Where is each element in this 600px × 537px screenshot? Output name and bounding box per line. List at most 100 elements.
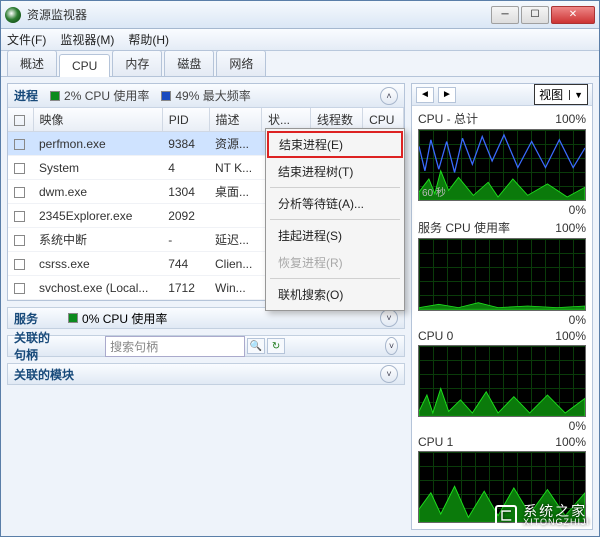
minimize-button[interactable]: ─ bbox=[491, 6, 519, 24]
cell-desc: 资源... bbox=[209, 132, 262, 156]
modules-title: 关联的模块 bbox=[14, 366, 74, 383]
view-label: 视图 bbox=[539, 86, 563, 103]
menu-monitor[interactable]: 监视器(M) bbox=[60, 31, 114, 48]
cpu-graph bbox=[418, 345, 586, 417]
col-desc[interactable]: 描述 bbox=[209, 108, 262, 132]
cell-pid: - bbox=[162, 228, 209, 252]
graph-min: 0% bbox=[569, 203, 586, 217]
graph-max: 100% bbox=[555, 435, 586, 449]
cell-desc: Clien... bbox=[209, 252, 262, 276]
cell-image: svchost.exe (Local... bbox=[33, 276, 162, 300]
ctx-analyze-wait[interactable]: 分析等待链(A)... bbox=[266, 190, 404, 217]
cell-image: System bbox=[33, 156, 162, 180]
modules-expand-icon[interactable]: ˅ bbox=[380, 365, 398, 383]
cell-pid: 4 bbox=[162, 156, 209, 180]
tab-overview[interactable]: 概述 bbox=[7, 50, 57, 76]
cpu-usage-swatch bbox=[50, 91, 60, 101]
search-button[interactable]: 🔍 bbox=[247, 338, 265, 354]
cell-pid: 744 bbox=[162, 252, 209, 276]
menu-help[interactable]: 帮助(H) bbox=[128, 31, 169, 48]
cpu-graph bbox=[418, 238, 586, 310]
check-all[interactable] bbox=[14, 115, 25, 126]
watermark: 匚 系统之家 XITONGZHIJI bbox=[495, 504, 590, 527]
search-input[interactable]: 搜索句柄 bbox=[105, 336, 245, 357]
ctx-separator bbox=[270, 219, 400, 220]
service-swatch bbox=[68, 313, 78, 323]
row-checkbox[interactable] bbox=[14, 259, 25, 270]
watermark-text: 系统之家 bbox=[523, 504, 590, 518]
modules-header[interactable]: 关联的模块 ˅ bbox=[7, 363, 405, 385]
watermark-subtext: XITONGZHIJI bbox=[523, 518, 590, 527]
cell-image: dwm.exe bbox=[33, 180, 162, 204]
graph-title: CPU 0 bbox=[418, 329, 453, 343]
cell-desc: 桌面... bbox=[209, 180, 262, 204]
close-button[interactable]: ✕ bbox=[551, 6, 595, 24]
row-checkbox[interactable] bbox=[14, 235, 25, 246]
row-checkbox[interactable] bbox=[14, 163, 25, 174]
graph-max: 100% bbox=[555, 221, 586, 235]
cell-desc: Win... bbox=[209, 276, 262, 300]
cell-desc: 延迟... bbox=[209, 228, 262, 252]
context-menu: 结束进程(E) 结束进程树(T) 分析等待链(A)... 挂起进程(S) 恢复进… bbox=[265, 128, 405, 311]
cell-pid: 9384 bbox=[162, 132, 209, 156]
menu-file[interactable]: 文件(F) bbox=[7, 31, 46, 48]
cell-pid: 1712 bbox=[162, 276, 209, 300]
ctx-end-process[interactable]: 结束进程(E) bbox=[267, 131, 403, 158]
maximize-button[interactable]: ☐ bbox=[521, 6, 549, 24]
view-selector[interactable]: 视图▼ bbox=[534, 84, 588, 105]
titlebar: 资源监视器 ─ ☐ ✕ bbox=[1, 1, 599, 29]
graph-toolbar: ◄ ► 视图▼ bbox=[412, 84, 592, 106]
ctx-separator bbox=[270, 187, 400, 188]
ctx-suspend[interactable]: 挂起进程(S) bbox=[266, 222, 404, 249]
ctx-resume: 恢复进程(R) bbox=[266, 249, 404, 276]
max-freq-label: 49% 最大频率 bbox=[175, 87, 250, 104]
col-image[interactable]: 映像 bbox=[33, 108, 162, 132]
tab-cpu[interactable]: CPU bbox=[59, 54, 110, 77]
ctx-end-tree[interactable]: 结束进程树(T) bbox=[266, 158, 404, 185]
watermark-logo-icon: 匚 bbox=[495, 505, 517, 527]
row-checkbox[interactable] bbox=[14, 283, 25, 294]
row-checkbox[interactable] bbox=[14, 139, 25, 150]
cell-pid: 2092 bbox=[162, 204, 209, 228]
app-icon bbox=[5, 7, 21, 23]
cell-desc bbox=[209, 204, 262, 228]
tab-memory[interactable]: 内存 bbox=[112, 50, 162, 76]
row-checkbox[interactable] bbox=[14, 211, 25, 222]
cell-desc: NT K... bbox=[209, 156, 262, 180]
processes-collapse-icon[interactable]: ˄ bbox=[380, 87, 398, 105]
processes-title: 进程 bbox=[14, 87, 38, 104]
cpu-usage-label: 2% CPU 使用率 bbox=[64, 87, 149, 104]
search-refresh-button[interactable]: ↻ bbox=[267, 338, 285, 354]
graph-max: 100% bbox=[555, 112, 586, 126]
ctx-online-search[interactable]: 联机搜索(O) bbox=[266, 281, 404, 308]
graph-title: CPU 1 bbox=[418, 435, 453, 449]
tab-network[interactable]: 网络 bbox=[216, 50, 266, 76]
graph-title: 服务 CPU 使用率 bbox=[418, 219, 510, 236]
cpu-graph: 60 秒 bbox=[418, 129, 586, 201]
graph-nav-left[interactable]: ◄ bbox=[416, 87, 434, 103]
graph-title: CPU - 总计 bbox=[418, 110, 478, 127]
tab-disk[interactable]: 磁盘 bbox=[164, 50, 214, 76]
cell-image: 系统中断 bbox=[33, 228, 162, 252]
col-pid[interactable]: PID bbox=[162, 108, 209, 132]
cell-pid: 1304 bbox=[162, 180, 209, 204]
services-title: 服务 bbox=[14, 310, 38, 327]
menubar: 文件(F) 监视器(M) 帮助(H) bbox=[1, 29, 599, 51]
ctx-separator bbox=[270, 278, 400, 279]
window-title: 资源监视器 bbox=[27, 6, 491, 23]
graph-nav-right[interactable]: ► bbox=[438, 87, 456, 103]
graph-min: 0% bbox=[569, 313, 586, 327]
tab-bar: 概述 CPU 内存 磁盘 网络 bbox=[1, 51, 599, 77]
cell-image: csrss.exe bbox=[33, 252, 162, 276]
service-cpu-label: 0% CPU 使用率 bbox=[82, 310, 167, 327]
services-expand-icon[interactable]: ˅ bbox=[380, 309, 398, 327]
handles-title: 关联的句柄 bbox=[14, 329, 55, 363]
graph-max: 100% bbox=[555, 329, 586, 343]
handles-header[interactable]: 关联的句柄 搜索句柄 🔍 ↻ ˅ bbox=[7, 335, 405, 357]
processes-header[interactable]: 进程 2% CPU 使用率 49% 最大频率 ˄ bbox=[8, 84, 404, 108]
handles-expand-icon[interactable]: ˅ bbox=[385, 337, 398, 355]
cell-image: 2345Explorer.exe bbox=[33, 204, 162, 228]
window-buttons: ─ ☐ ✕ bbox=[491, 6, 595, 24]
graph-min: 0% bbox=[569, 419, 586, 433]
row-checkbox[interactable] bbox=[14, 187, 25, 198]
